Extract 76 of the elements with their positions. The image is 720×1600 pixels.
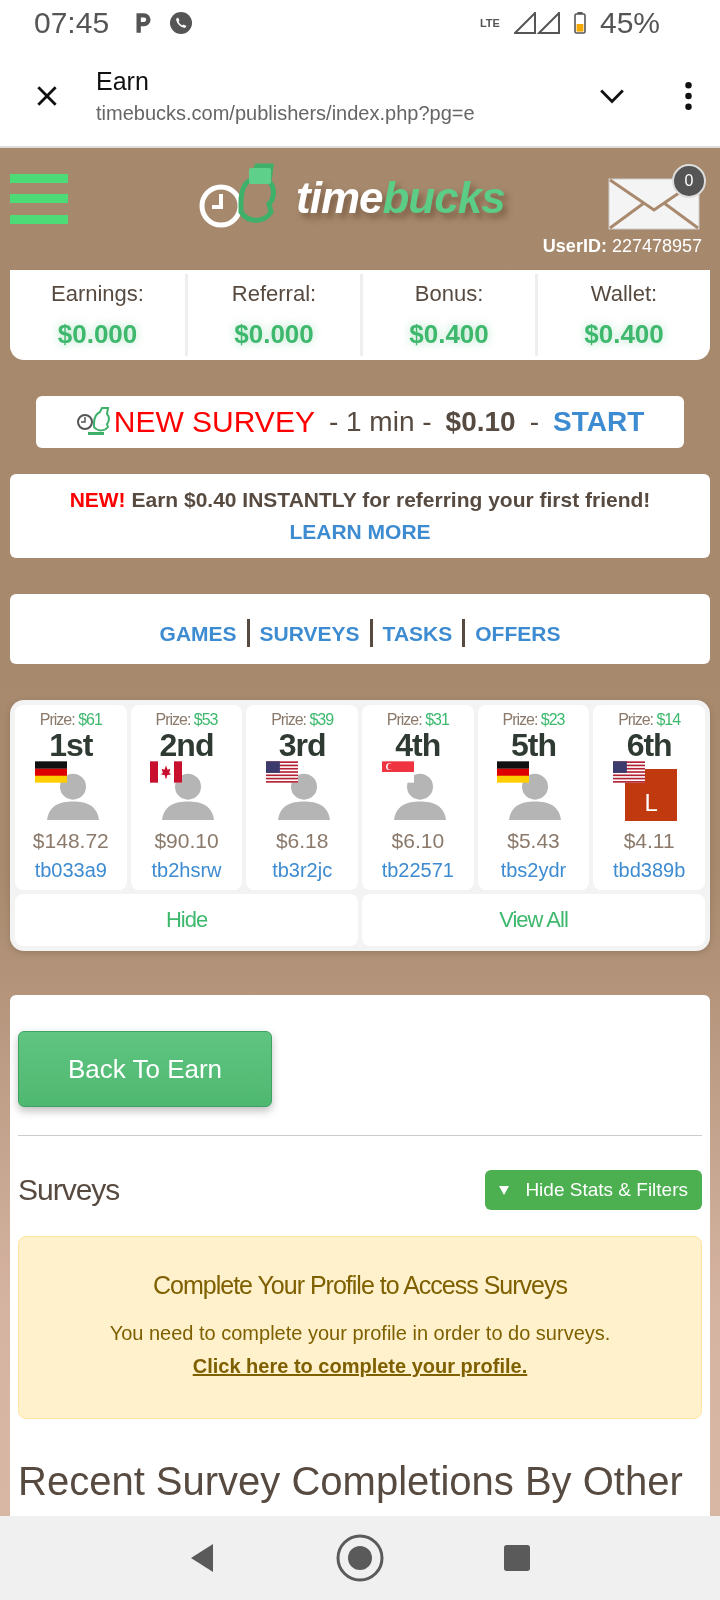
back-to-earn-button[interactable]: Back To Earn	[18, 1031, 272, 1107]
signal-icon	[513, 12, 560, 34]
clock-money-icon	[75, 407, 110, 437]
usa-flag-icon	[266, 761, 299, 783]
username-link[interactable]: tb3r2jc	[272, 859, 333, 882]
earned-amount: $5.43	[507, 829, 560, 853]
rank-text: 1st	[49, 729, 93, 761]
network-type: LTE	[479, 18, 500, 28]
url-text: timebucks.com/publishers/index.php?pg=e	[96, 102, 476, 125]
stat-value: $0.000	[234, 318, 314, 350]
stat-label: Bonus:	[414, 280, 484, 307]
stat-label: Wallet:	[590, 280, 658, 307]
page-title: Earn	[96, 67, 150, 96]
more-options-icon[interactable]	[685, 82, 692, 110]
rank-text: 5th	[511, 729, 556, 761]
germany-flag-icon	[497, 761, 530, 783]
category-link[interactable]: GAMES	[159, 612, 237, 646]
survey-price: $0.10	[445, 406, 516, 438]
status-time: 07:45	[34, 6, 110, 40]
prize-text: Prize: $39	[271, 711, 334, 729]
leaderboard-button[interactable]: View All	[362, 894, 705, 946]
notice-title: Complete Your Profile to Access Surveys	[153, 1271, 567, 1300]
germany-flag-icon	[34, 761, 67, 783]
rank-text: 2nd	[159, 729, 214, 761]
recents-icon[interactable]	[504, 1544, 530, 1572]
rank-text: 4th	[395, 729, 441, 761]
notice-text: You need to complete your profile in order to do surveys.	[109, 1322, 611, 1345]
survey-duration: - 1 min -	[328, 406, 432, 438]
learn-more-link[interactable]: LEARN MORE	[289, 520, 431, 544]
user-id: UserID: 227478957	[542, 236, 702, 257]
prize-text: Prize: $31	[386, 711, 449, 729]
category-link[interactable]: SURVEYS	[259, 612, 360, 646]
mail-count-badge: 0	[672, 164, 706, 198]
username-link[interactable]: tb033a9	[34, 859, 107, 882]
category-link[interactable]: TASKS	[382, 612, 453, 646]
recent-heading: Recent Survey Completions By Other	[18, 1459, 684, 1504]
hide-stats-button[interactable]: Hide Stats & Filters	[485, 1170, 702, 1210]
rank-text: 6th	[626, 729, 672, 761]
prize-text: Prize: $53	[155, 711, 218, 729]
username-link[interactable]: tbd389b	[613, 859, 686, 882]
leaderboard-button[interactable]: Hide	[15, 894, 358, 946]
complete-profile-link[interactable]: Click here to complete your profile.	[192, 1355, 528, 1378]
rank-text: 3rd	[278, 729, 326, 761]
earned-amount: $6.18	[275, 829, 329, 853]
earned-amount: $4.11	[623, 829, 675, 853]
new-survey-label: NEW SURVEY	[113, 405, 315, 439]
battery-percent: 45%	[599, 6, 660, 40]
category-link[interactable]: OFFERS	[475, 612, 561, 646]
earned-amount: $148.72	[32, 829, 109, 853]
usa-flag-icon	[613, 761, 646, 783]
earned-amount: $6.10	[391, 829, 445, 853]
chevron-down-icon[interactable]	[599, 88, 625, 104]
phone-circle-icon	[169, 10, 194, 36]
stat-value: $0.400	[409, 318, 489, 350]
singapore-flag-icon	[381, 761, 414, 783]
username-link[interactable]: tbs2ydr	[500, 859, 567, 882]
stat-value: $0.000	[57, 318, 138, 350]
back-icon[interactable]	[190, 1544, 216, 1572]
prize-text: Prize: $61	[39, 711, 102, 729]
separator-dash: -	[529, 406, 539, 438]
stat-label: Earnings:	[51, 280, 144, 307]
battery-icon	[573, 12, 586, 34]
logo-text: timebucks	[296, 173, 505, 223]
username-link[interactable]: tb22571	[381, 859, 454, 882]
referral-text: NEW! Earn $0.40 INSTANTLY for referring your first friend!	[69, 488, 651, 512]
stat-label: Referral:	[231, 280, 317, 307]
prize-text: Prize: $23	[502, 711, 565, 729]
prize-text: Prize: $14	[618, 711, 681, 729]
home-icon[interactable]	[336, 1534, 384, 1582]
earned-amount: $90.10	[154, 829, 219, 853]
survey-banner[interactable]: NEW SURVEY - 1 min - $0.10 - START	[36, 396, 684, 448]
triangle-down-icon	[499, 1185, 510, 1195]
section-title: Surveys	[18, 1173, 120, 1207]
username-link[interactable]: tb2hsrw	[151, 859, 222, 882]
start-link[interactable]: START	[553, 406, 645, 438]
stat-value: $0.400	[584, 318, 664, 350]
